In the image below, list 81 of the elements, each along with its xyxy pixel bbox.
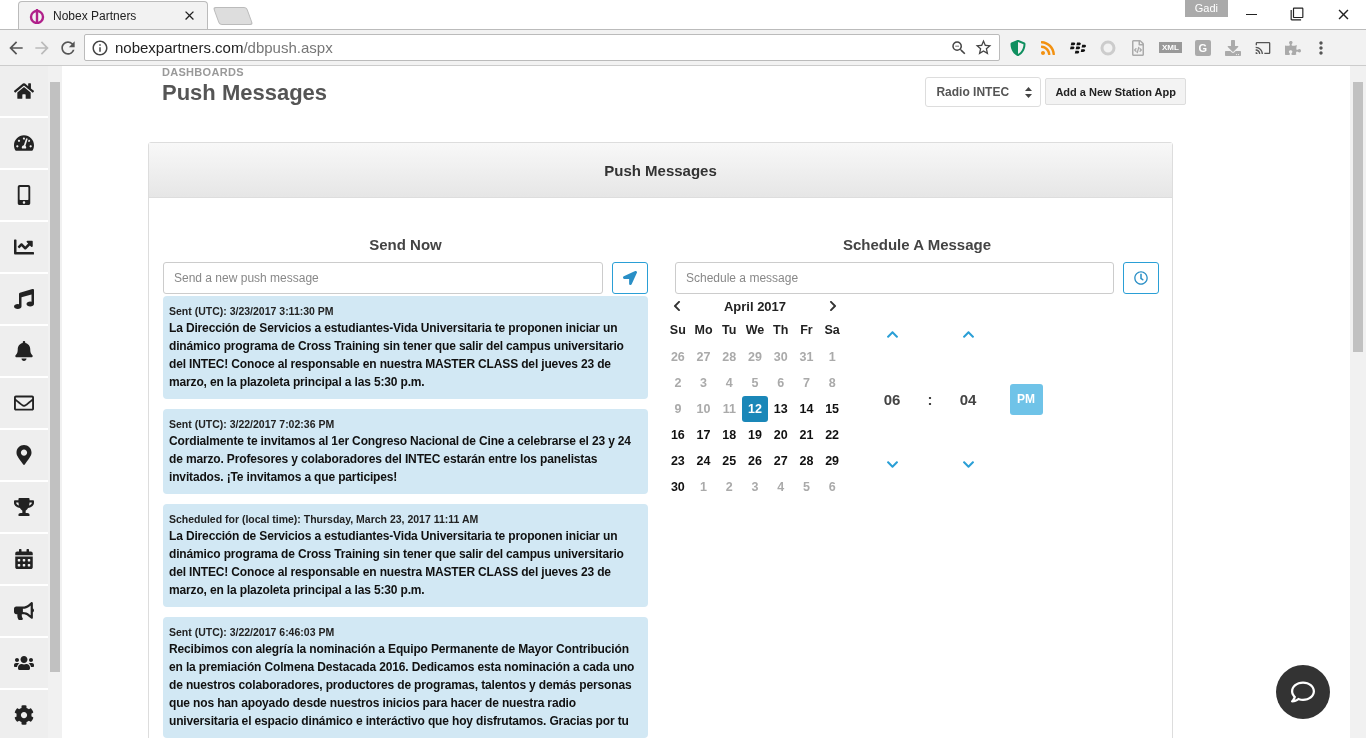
message-meta: Sent (UTC): 3/23/2017 3:11:30 PM bbox=[169, 305, 335, 317]
weekday-label: Th bbox=[772, 322, 790, 339]
chat-icon bbox=[1291, 680, 1315, 704]
hour-value[interactable]: 06 bbox=[883, 390, 901, 408]
message-meta: Sent (UTC): 3/22/2017 7:02:36 PM bbox=[169, 418, 336, 430]
section-heading: Send Now bbox=[368, 236, 443, 253]
trophy-icon bbox=[14, 497, 34, 517]
calendar-day[interactable]: 16 bbox=[665, 422, 691, 448]
address-bar[interactable]: nobexpartners.com/dbpush.aspx bbox=[84, 34, 1000, 61]
weekday-label: We bbox=[744, 322, 766, 339]
breadcrumb: DASHBOARDS bbox=[162, 66, 245, 78]
calendar-day[interactable]: 14 bbox=[793, 396, 820, 422]
url-text: nobexpartners.com/dbpush.aspx bbox=[115, 39, 333, 56]
weekday-label: Mo bbox=[693, 322, 714, 339]
message-field[interactable]: Send a new push message bbox=[163, 262, 603, 294]
calendar-day[interactable]: 18 bbox=[716, 422, 743, 448]
calendar-day[interactable]: 15 bbox=[819, 396, 845, 422]
weekday-label: Su bbox=[668, 322, 687, 339]
map-pin-icon bbox=[14, 445, 34, 465]
calendar-day[interactable]: 24 bbox=[690, 448, 717, 474]
calendar-day[interactable]: 17 bbox=[690, 422, 717, 448]
music-note-icon bbox=[14, 289, 34, 309]
clock-icon bbox=[1134, 271, 1148, 285]
calendar-day[interactable]: 29 bbox=[819, 448, 845, 474]
megaphone-icon bbox=[14, 601, 34, 621]
gauge-icon bbox=[14, 133, 34, 153]
add-station-button[interactable]: Add a New Station App bbox=[1045, 78, 1186, 105]
sort-icon bbox=[1025, 86, 1033, 98]
home-icon bbox=[14, 81, 34, 101]
calendar-day[interactable]: 25 bbox=[716, 448, 743, 474]
profile-name[interactable]: Gadi bbox=[1184, 0, 1228, 17]
calendar-day[interactable]: 22 bbox=[819, 422, 845, 448]
station-select[interactable]: Radio INTEC bbox=[925, 77, 1042, 107]
calendar-day[interactable]: 12 bbox=[742, 396, 768, 422]
calendar-day[interactable]: 27 bbox=[767, 448, 794, 474]
month-label: April 2017 bbox=[723, 298, 787, 314]
message-text: Recibimos con alegría la nominación a Equipo Permanente de Mayor Contribución en la premiación Colmena Destacada 2016. Dedicamos esta nominación a cada uno de nuestros colaboradores, productores de programas, talentos y demás personas que nos han apoyado desde nuestros inicios para hacer de nuestra radio universitaria el espacio dinámico e interáctivo que hoy disfrutamos. Gracias por tu bbox=[169, 641, 636, 730]
star-icon[interactable] bbox=[974, 38, 993, 57]
logo-icon bbox=[29, 7, 45, 24]
calendar-day[interactable]: 26 bbox=[742, 448, 768, 474]
minimize-icon bbox=[1245, 13, 1257, 15]
settings-icon bbox=[14, 705, 34, 725]
letter-icon[interactable]: G bbox=[1194, 39, 1211, 56]
message-meta: Scheduled for (local time): Thursday, March 23, 2017 11:11 AM bbox=[169, 513, 480, 525]
message-text: Cordialmente te invitamos al 1er Congreso Nacional de Cine a celebrarse el 23 y 24 de marzo. Profesores y colaboradores del INTEC estarán entre los panelistas invitados. ¡Te invitamos a que participes! bbox=[169, 433, 632, 486]
weekday-label: Sa bbox=[823, 322, 841, 339]
calendar-day[interactable]: 28 bbox=[793, 448, 820, 474]
xml-icon[interactable]: XML bbox=[1159, 42, 1182, 53]
calendar-day[interactable]: 21 bbox=[793, 422, 820, 448]
send-button[interactable] bbox=[612, 262, 648, 294]
message-text: La Dirección de Servicios a estudiantes-Vida Universitaria te proponen iniciar un dinámico programa de Cross Training sin tener que salir del campus universitario del INTEC! Conoce al responsable en nuestra MASTER CLASS del jueves 23 de marzo, en la plazoleta principal a las 5:30 p.m. bbox=[169, 320, 625, 391]
users-icon bbox=[14, 653, 34, 673]
schedule-field[interactable]: Schedule a message bbox=[675, 262, 1114, 294]
envelope-icon bbox=[14, 393, 34, 413]
message-meta: Sent (UTC): 3/22/2017 6:46:03 PM bbox=[169, 626, 336, 638]
tab-title: Nobex Partners bbox=[53, 8, 138, 23]
time-separator: : bbox=[927, 390, 933, 408]
restore-icon bbox=[1290, 7, 1304, 21]
section-heading: Schedule A Message bbox=[841, 236, 993, 253]
calendar-day[interactable]: 20 bbox=[767, 422, 794, 448]
calendar-icon bbox=[14, 549, 34, 569]
info-icon[interactable] bbox=[91, 38, 109, 57]
meridiem-toggle[interactable]: PM bbox=[1009, 383, 1043, 415]
calendar-day[interactable]: 30 bbox=[665, 474, 691, 500]
prev-month-button[interactable] bbox=[671, 300, 683, 312]
calendar-day[interactable]: 23 bbox=[665, 448, 691, 474]
message-text: La Dirección de Servicios a estudiantes-Vida Universitaria te proponen iniciar un dinámico programa de Cross Training sin tener que salir del campus universitario del INTEC! Conoce al responsable en nuestra MASTER CLASS del jueves 23 de marzo, en la plazoleta principal a las 5:30 p.m. bbox=[169, 528, 625, 599]
weekday-label: Tu bbox=[721, 322, 738, 339]
browser-tab[interactable]: Nobex Partners bbox=[18, 1, 208, 29]
calendar-day[interactable]: 13 bbox=[767, 396, 794, 422]
bell-icon bbox=[14, 341, 34, 361]
calendar-day[interactable]: 19 bbox=[742, 422, 768, 448]
weekday-label: Fr bbox=[799, 322, 814, 339]
page-title: Push Messages bbox=[162, 80, 329, 106]
zoom-icon[interactable] bbox=[950, 38, 968, 57]
panel-title: Push Messages bbox=[604, 161, 717, 179]
minute-value[interactable]: 04 bbox=[959, 390, 977, 408]
chart-icon bbox=[14, 237, 34, 257]
send-icon bbox=[623, 271, 637, 285]
chat-button[interactable] bbox=[1276, 665, 1330, 719]
clock-button[interactable] bbox=[1123, 262, 1159, 294]
